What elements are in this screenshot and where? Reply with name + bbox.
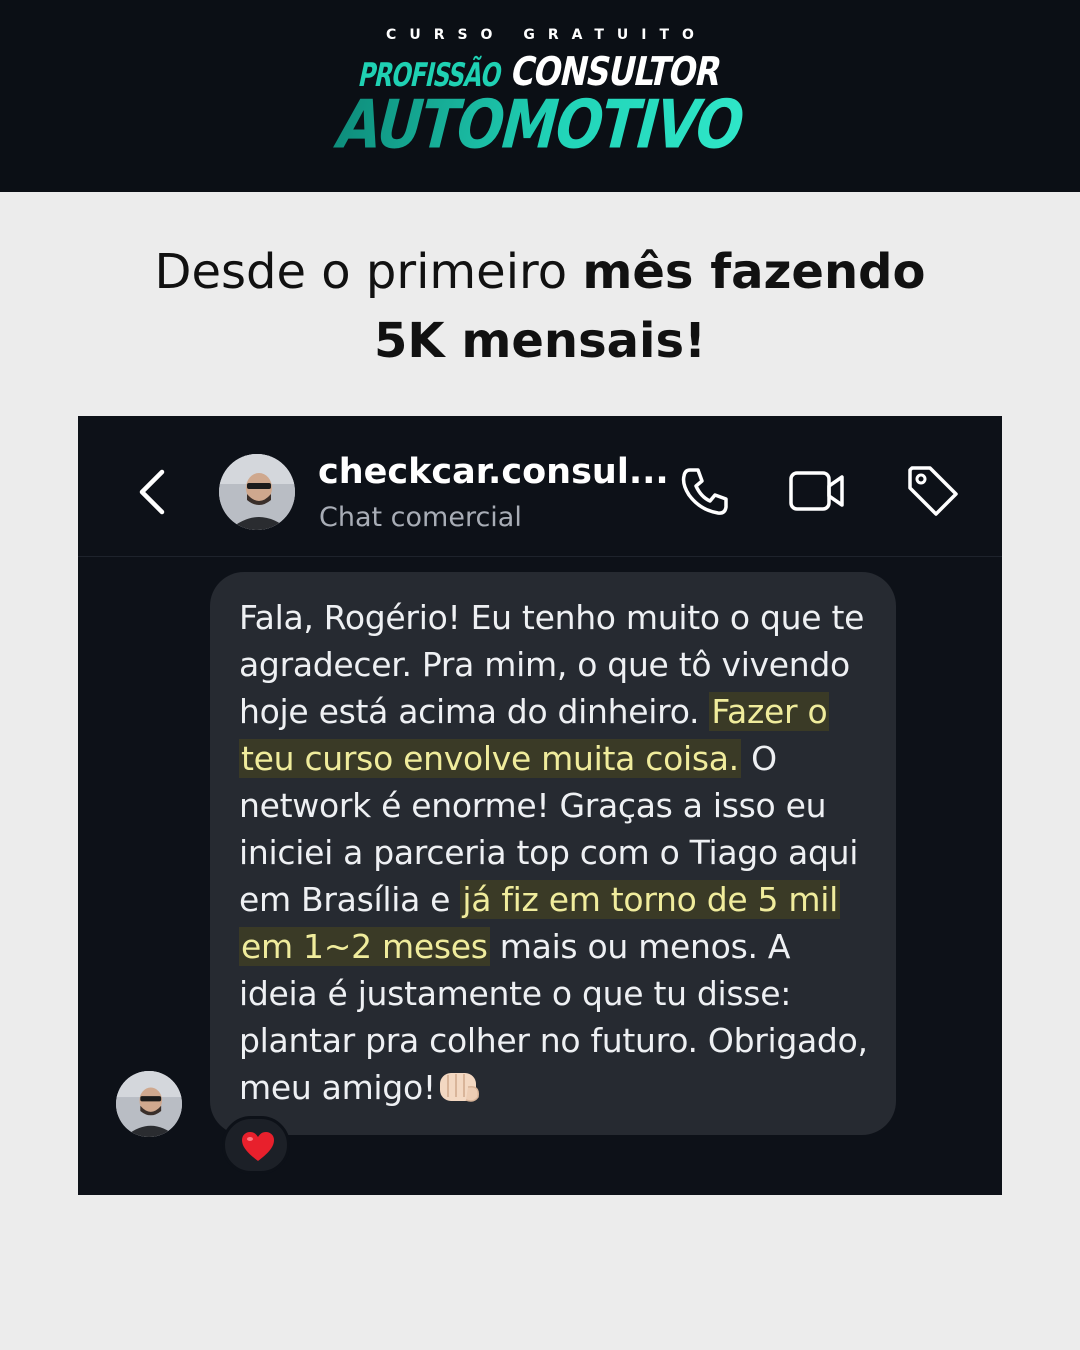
headline-line2: 5K mensais!	[374, 313, 706, 369]
fist-emoji-icon	[439, 1073, 479, 1102]
page-headline: Desde o primeiro mês fazendo 5K mensais!	[0, 238, 1080, 376]
contact-name[interactable]: checkcar.consul...	[318, 452, 669, 492]
message-reaction[interactable]	[222, 1116, 290, 1174]
heart-icon	[242, 1132, 274, 1161]
headline-part1: Desde o primeiro	[154, 244, 583, 300]
phone-icon[interactable]	[676, 462, 734, 520]
logo-line-2: AUTOMOTIVO	[0, 85, 1080, 164]
contact-avatar[interactable]	[219, 454, 295, 530]
chat-screenshot: checkcar.consul... Chat comercial Fala, …	[78, 416, 1002, 1195]
message-text: Fala, Rogério! Eu tenho muito o que te a…	[239, 594, 868, 1111]
sender-avatar[interactable]	[116, 1071, 182, 1137]
person-photo-icon	[219, 454, 295, 530]
tag-icon[interactable]	[904, 462, 962, 520]
banner-kicker: CURSO GRATUITO	[386, 27, 707, 43]
headline-part1-bold: mês fazendo	[582, 244, 926, 300]
person-photo-icon	[116, 1071, 182, 1137]
chat-header: checkcar.consul... Chat comercial	[78, 416, 1002, 557]
logo-automotivo: AUTOMOTIVO	[328, 85, 752, 164]
chevron-left-icon[interactable]	[136, 468, 170, 516]
contact-subtitle: Chat comercial	[319, 502, 522, 533]
top-banner: CURSO GRATUITO PROFISSÃO CONSULTOR AUTOM…	[0, 0, 1080, 192]
video-icon[interactable]	[788, 462, 846, 520]
message-bubble[interactable]: Fala, Rogério! Eu tenho muito o que te a…	[210, 572, 896, 1135]
